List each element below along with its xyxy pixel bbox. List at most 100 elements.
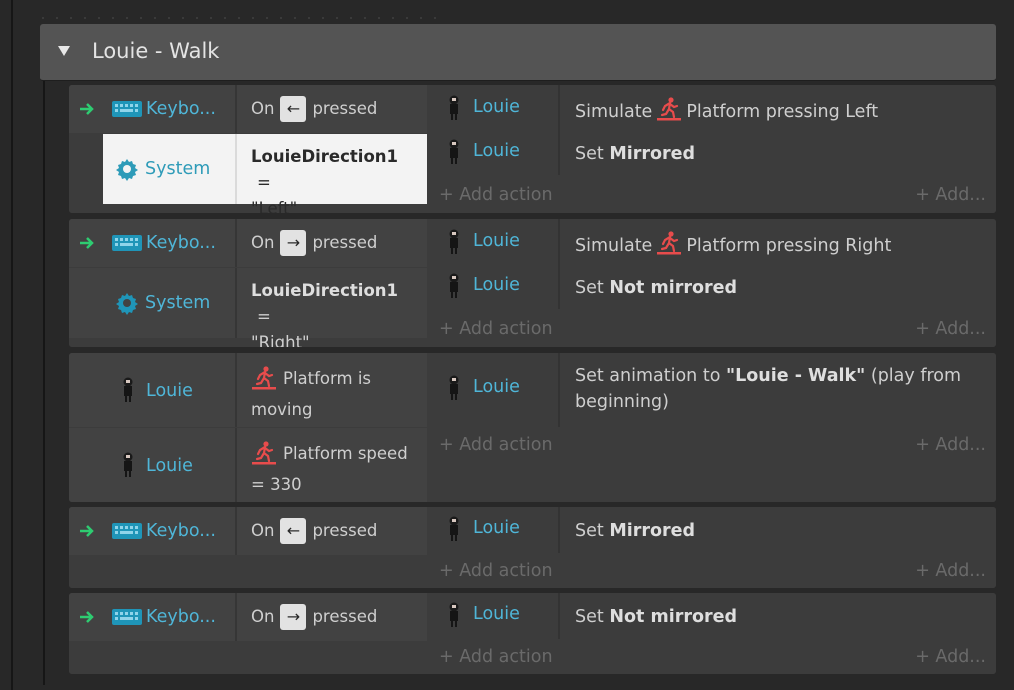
condition-platform-moving[interactable]: Louie Platform is moving [69, 353, 427, 427]
add-action-button[interactable]: + Add action [439, 561, 553, 581]
platform-runner-icon [657, 97, 682, 121]
event-2[interactable]: Keybo... On → pressed System LouieDirectio… [69, 219, 996, 347]
add-more-button[interactable]: + Add... [915, 185, 986, 205]
condition-platform-speed[interactable]: Louie Platform speed = 330 [69, 428, 427, 502]
add-more-button[interactable]: + Add... [915, 319, 986, 339]
event-1[interactable]: Keybo... On ← pressed System LouieDirectio… [69, 85, 996, 213]
action-set-animation[interactable]: Louie Set animation to "Louie - Walk" (p… [427, 353, 996, 427]
condition-object[interactable]: Keybo... [69, 85, 235, 133]
action-object[interactable]: Louie [427, 219, 560, 265]
action-object[interactable]: Louie [427, 593, 560, 639]
conditions-block[interactable]: Keybo... On ← pressed [69, 507, 427, 588]
louie-label[interactable]: Louie [473, 97, 520, 117]
action-object[interactable]: Louie [427, 85, 560, 131]
action-text[interactable]: Set Not mirrored [575, 275, 978, 301]
add-action-button[interactable]: + Add action [439, 647, 553, 667]
system-label[interactable]: System [145, 159, 210, 179]
louie-label[interactable]: Louie [473, 231, 520, 251]
system-label[interactable]: System [145, 293, 210, 313]
action-object[interactable]: Louie [427, 265, 560, 309]
actions-block[interactable]: Louie Simulate Platform pressing Right Lo… [427, 219, 996, 347]
tree-line [11, 0, 13, 690]
add-more-button[interactable]: + Add... [915, 435, 986, 455]
add-row: + Add action + Add... [427, 557, 996, 587]
condition-object[interactable]: System [103, 134, 235, 204]
action-text[interactable]: Set Not mirrored [575, 604, 978, 630]
triangle-down-icon[interactable] [58, 46, 70, 56]
louie-sprite-icon [449, 375, 459, 400]
condition-object[interactable]: Louie [69, 353, 235, 427]
action-set-mirrored[interactable]: Louie Set Mirrored [427, 507, 996, 553]
string-value: "Left" [251, 199, 298, 213]
trigger-arrow-icon [80, 103, 94, 115]
louie-label[interactable]: Louie [473, 377, 520, 397]
action-text[interactable]: Set Mirrored [575, 141, 978, 167]
add-action-button[interactable]: + Add action [439, 435, 553, 455]
action-text[interactable]: Simulate Platform pressing Left [575, 97, 978, 125]
keyboard-label[interactable]: Keybo... [146, 521, 216, 541]
condition-keyboard-right[interactable]: Keybo... On → pressed [69, 593, 427, 641]
keyboard-icon [112, 101, 142, 117]
condition-object[interactable]: Louie [69, 428, 235, 502]
group-title: Louie - Walk [92, 39, 220, 63]
left-key-cap: ← [280, 96, 307, 122]
louie-label[interactable]: Louie [473, 275, 520, 295]
platform-runner-icon [252, 366, 276, 390]
condition-object[interactable]: System [69, 268, 235, 338]
conditions-block[interactable]: Keybo... On ← pressed System LouieDirectio… [69, 85, 427, 213]
condition-text[interactable]: On → pressed [235, 219, 427, 267]
louie-label[interactable]: Louie [473, 141, 520, 161]
condition-keyboard-right[interactable]: Keybo... On → pressed [69, 219, 427, 267]
louie-label[interactable]: Louie [473, 518, 520, 538]
action-text[interactable]: Simulate Platform pressing Right [575, 231, 978, 259]
keyboard-label[interactable]: Keybo... [146, 233, 216, 253]
conditions-block[interactable]: Keybo... On → pressed [69, 593, 427, 674]
event-3[interactable]: Louie Platform is moving Louie Platform s… [69, 353, 996, 502]
actions-block[interactable]: Louie Simulate Platform pressing Left Lou… [427, 85, 996, 213]
action-set-not-mirrored[interactable]: Louie Set Not mirrored [427, 593, 996, 639]
condition-text[interactable]: On ← pressed [235, 85, 427, 133]
event-group-header[interactable]: Louie - Walk [40, 24, 996, 81]
condition-object[interactable]: Keybo... [69, 593, 235, 641]
louie-label[interactable]: Louie [146, 456, 193, 476]
action-simulate-right[interactable]: Louie Simulate Platform pressing Right [427, 219, 996, 265]
right-key-cap: → [280, 604, 307, 630]
action-text[interactable]: Set Mirrored [575, 518, 978, 544]
condition-text[interactable]: On → pressed [235, 593, 427, 641]
add-more-button[interactable]: + Add... [915, 647, 986, 667]
action-set-mirrored[interactable]: Louie Set Mirrored [427, 131, 996, 175]
condition-text[interactable]: Platform is moving [235, 353, 427, 427]
keyboard-label[interactable]: Keybo... [146, 99, 216, 119]
add-action-button[interactable]: + Add action [439, 185, 553, 205]
condition-keyboard-left[interactable]: Keybo... On ← pressed [69, 507, 427, 555]
event-4[interactable]: Keybo... On ← pressed Louie Set Mirrored +… [69, 507, 996, 588]
condition-object[interactable]: Keybo... [69, 219, 235, 267]
condition-system-compare[interactable]: System LouieDirection1 = "Left" [69, 134, 427, 213]
conditions-block[interactable]: Keybo... On → pressed System LouieDirectio… [69, 219, 427, 347]
actions-block[interactable]: Louie Set Mirrored + Add action + Add... [427, 507, 996, 588]
event-5[interactable]: Keybo... On → pressed Louie Set Not mirror… [69, 593, 996, 674]
condition-text[interactable]: LouieDirection1 = "Left" [235, 134, 427, 213]
actions-block[interactable]: Louie Set Not mirrored + Add action + Ad… [427, 593, 996, 674]
equals-sign: = [257, 173, 271, 192]
action-text[interactable]: Set animation to "Louie - Walk" (play fr… [575, 363, 978, 415]
condition-keyboard-left[interactable]: Keybo... On ← pressed [69, 85, 427, 133]
action-object[interactable]: Louie [427, 507, 560, 553]
actions-block[interactable]: Louie Set animation to "Louie - Walk" (p… [427, 353, 996, 502]
louie-label[interactable]: Louie [146, 381, 193, 401]
condition-text[interactable]: LouieDirection1 = "Right" [235, 268, 427, 347]
condition-text[interactable]: On ← pressed [235, 507, 427, 555]
keyboard-label[interactable]: Keybo... [146, 607, 216, 627]
louie-label[interactable]: Louie [473, 604, 520, 624]
add-action-button[interactable]: + Add action [439, 319, 553, 339]
add-more-button[interactable]: + Add... [915, 561, 986, 581]
action-object[interactable]: Louie [427, 353, 560, 427]
action-object[interactable]: Louie [427, 131, 560, 175]
louie-sprite-icon [449, 95, 459, 120]
condition-object[interactable]: Keybo... [69, 507, 235, 555]
conditions-block[interactable]: Louie Platform is moving Louie Platform s… [69, 353, 427, 502]
action-simulate-left[interactable]: Louie Simulate Platform pressing Left [427, 85, 996, 131]
condition-system-compare[interactable]: System LouieDirection1 = "Right" [69, 268, 427, 347]
action-set-not-mirrored[interactable]: Louie Set Not mirrored [427, 265, 996, 309]
condition-text[interactable]: Platform speed = 330 [235, 428, 427, 502]
